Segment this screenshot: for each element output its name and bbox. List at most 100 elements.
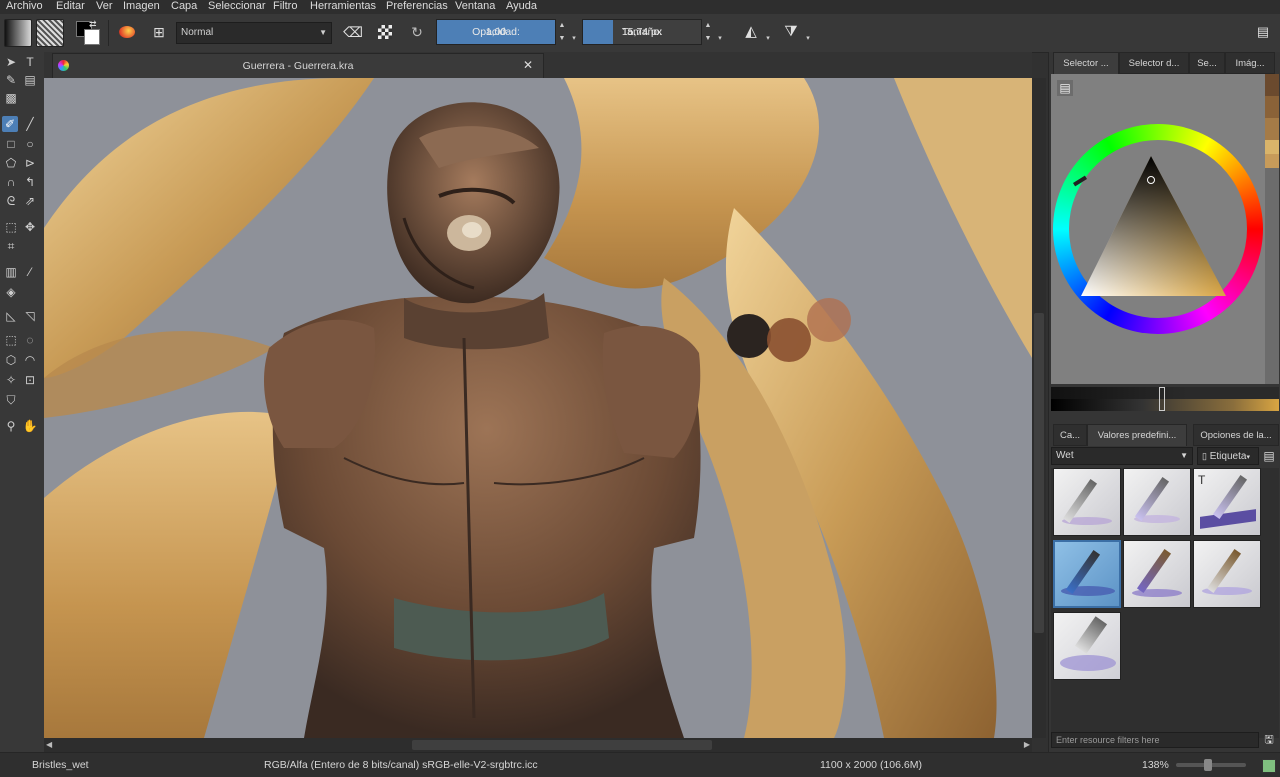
toolbar-settings-icon[interactable]: ▤ [1250, 19, 1276, 45]
blend-mode-select[interactable]: Normal ▼ [176, 22, 332, 44]
assistant-tool-icon[interactable]: ◺ [3, 308, 19, 324]
pattern-tool-icon[interactable]: ▩ [3, 90, 19, 106]
move-tool-icon[interactable]: ✥ [22, 219, 38, 235]
document-tab[interactable]: Guerrera - Guerrera.kra ✕ [52, 53, 544, 78]
swatch-3[interactable] [1265, 118, 1279, 140]
tab-tool-options[interactable]: Opciones de la... [1193, 424, 1279, 446]
ellipse-select-icon[interactable]: ◌ [22, 332, 38, 348]
menu-filtro[interactable]: Filtro [273, 0, 297, 14]
size-spinner[interactable]: ▲ ▼ [702, 19, 714, 45]
freehand-select-icon[interactable]: ◠ [22, 352, 38, 368]
tab-imagen[interactable]: Imág... [1225, 52, 1275, 74]
close-tab-icon[interactable]: ✕ [523, 58, 533, 72]
menu-capa[interactable]: Capa [171, 0, 197, 14]
fill-tool-icon[interactable]: ◈ [3, 284, 19, 300]
mirror-horizontal-dropdown-icon[interactable]: ▾ [762, 19, 774, 45]
menu-editar[interactable]: Editar [56, 0, 85, 14]
scroll-right-icon[interactable]: ▶ [1024, 740, 1030, 749]
selector-settings-icon[interactable]: ▤ [1057, 80, 1073, 96]
preset-group-select[interactable]: Wet ▼ [1051, 447, 1193, 465]
color-picker-icon[interactable]: ⁄ [22, 264, 38, 280]
preset-wet-3[interactable]: T [1193, 468, 1261, 536]
canvas[interactable] [44, 78, 1032, 738]
mirror-vertical-icon[interactable]: ⧩ [778, 19, 804, 45]
swatch-1[interactable] [1265, 74, 1279, 96]
tab-brush-presets[interactable]: Valores predefini... [1087, 424, 1187, 446]
save-filter-icon[interactable]: 🖫 [1261, 732, 1277, 748]
alpha-lock-icon[interactable] [372, 19, 398, 45]
swatch-5[interactable] [1265, 154, 1279, 168]
tag-select[interactable]: ▯ Etiqueta▾ [1197, 447, 1259, 465]
menu-ayuda[interactable]: Ayuda [506, 0, 537, 14]
rectangle-tool-icon[interactable]: □ [3, 136, 19, 152]
gradient-tool-icon[interactable]: ▥ [3, 264, 19, 280]
multibrush-icon[interactable]: ⇗ [22, 193, 38, 209]
size-dropdown-icon[interactable]: ▾ [714, 19, 726, 45]
tab-color-selector[interactable]: Selector ... [1053, 52, 1119, 74]
tab-se[interactable]: Se... [1189, 52, 1225, 74]
preset-wet-4-selected[interactable] [1053, 540, 1121, 608]
menu-seleccionar[interactable]: Seleccionar [208, 0, 265, 14]
calligraphy-icon[interactable]: ▤ [22, 72, 38, 88]
pattern-selector-icon[interactable] [36, 19, 64, 47]
gradient-selector-icon[interactable] [4, 19, 32, 47]
opacity-dropdown-icon[interactable]: ▾ [568, 19, 580, 45]
zoom-slider[interactable] [1176, 759, 1246, 771]
mirror-horizontal-icon[interactable]: ◭ [738, 19, 764, 45]
preset-wet-7[interactable] [1053, 612, 1121, 680]
crop-tool-icon[interactable]: ⌗ [3, 238, 19, 254]
freehand-path-icon[interactable]: ↰ [22, 174, 38, 190]
preset-view-icon[interactable]: ▤ [1261, 447, 1277, 465]
measure-tool-icon[interactable]: ◹ [22, 308, 38, 324]
menu-ventana[interactable]: Ventana [455, 0, 495, 14]
freehand-brush-icon[interactable]: ✐ [2, 116, 18, 132]
opacity-slider[interactable]: Opacidad: 1,00 [436, 19, 556, 45]
resource-filter-input[interactable]: Enter resource filters here [1051, 732, 1259, 748]
mirror-vertical-dropdown-icon[interactable]: ▾ [802, 19, 814, 45]
zoom-tool-icon[interactable]: ⚲ [3, 418, 19, 434]
menu-imagen[interactable]: Imagen [123, 0, 160, 14]
edit-shapes-icon[interactable]: ✎ [3, 72, 19, 88]
ellipse-tool-icon[interactable]: ○ [22, 136, 38, 152]
polygon-select-icon[interactable]: ⬡ [3, 352, 19, 368]
similar-select-icon[interactable]: ⊡ [22, 372, 38, 388]
canvas-only-icon[interactable] [1262, 759, 1276, 773]
value-strip[interactable] [1051, 387, 1279, 399]
scroll-left-icon[interactable]: ◀ [46, 740, 52, 749]
color-swap-icon[interactable]: ⇄ [74, 19, 100, 45]
gradient-strip[interactable] [1051, 387, 1279, 411]
tab-selector-d[interactable]: Selector d... [1119, 52, 1189, 74]
bezier-tool-icon[interactable]: ∩ [3, 174, 19, 190]
preset-wet-6[interactable] [1193, 540, 1261, 608]
polyline-tool-icon[interactable]: ⊳ [22, 155, 38, 171]
canvas-vertical-scrollbar[interactable] [1032, 78, 1046, 738]
text-tool-icon[interactable]: T [22, 54, 38, 70]
pan-tool-icon[interactable]: ✋ [22, 418, 38, 434]
menu-preferencias[interactable]: Preferencias [386, 0, 448, 14]
bezier-select-icon[interactable]: ⛉ [3, 392, 19, 408]
swatch-4[interactable] [1265, 140, 1279, 154]
polygon-tool-icon[interactable]: ⬠ [3, 155, 19, 171]
menu-ver[interactable]: Ver [96, 0, 113, 14]
saturation-value-triangle[interactable] [1081, 156, 1241, 316]
rect-select-icon[interactable]: ⬚ [3, 332, 19, 348]
menu-archivo[interactable]: Archivo [6, 0, 43, 14]
grid-icon[interactable]: ⊞ [146, 19, 172, 45]
menu-herramientas[interactable]: Herramientas [310, 0, 376, 14]
preset-wet-5[interactable] [1123, 540, 1191, 608]
opacity-spinner[interactable]: ▲ ▼ [556, 19, 568, 45]
dynamic-brush-icon[interactable]: ᘓ [3, 193, 19, 209]
reload-preset-icon[interactable]: ↻ [404, 19, 430, 45]
swatch-2[interactable] [1265, 96, 1279, 118]
brush-preset-icon[interactable] [114, 19, 140, 45]
eraser-icon[interactable]: ⌫ [340, 19, 366, 45]
line-tool-icon[interactable]: ╱ [22, 116, 38, 132]
size-slider[interactable]: Tamaño: 15,74 px [582, 19, 702, 45]
canvas-horizontal-scrollbar[interactable]: ◀ ▶ [44, 738, 1032, 752]
contiguous-select-icon[interactable]: ✧ [3, 372, 19, 388]
tab-capas[interactable]: Ca... [1053, 424, 1087, 446]
preset-wet-2[interactable] [1123, 468, 1191, 536]
preset-wet-1[interactable] [1053, 468, 1121, 536]
transform-tool-icon[interactable]: ⬚ [3, 219, 19, 235]
select-shapes-icon[interactable]: ➤ [3, 54, 19, 70]
